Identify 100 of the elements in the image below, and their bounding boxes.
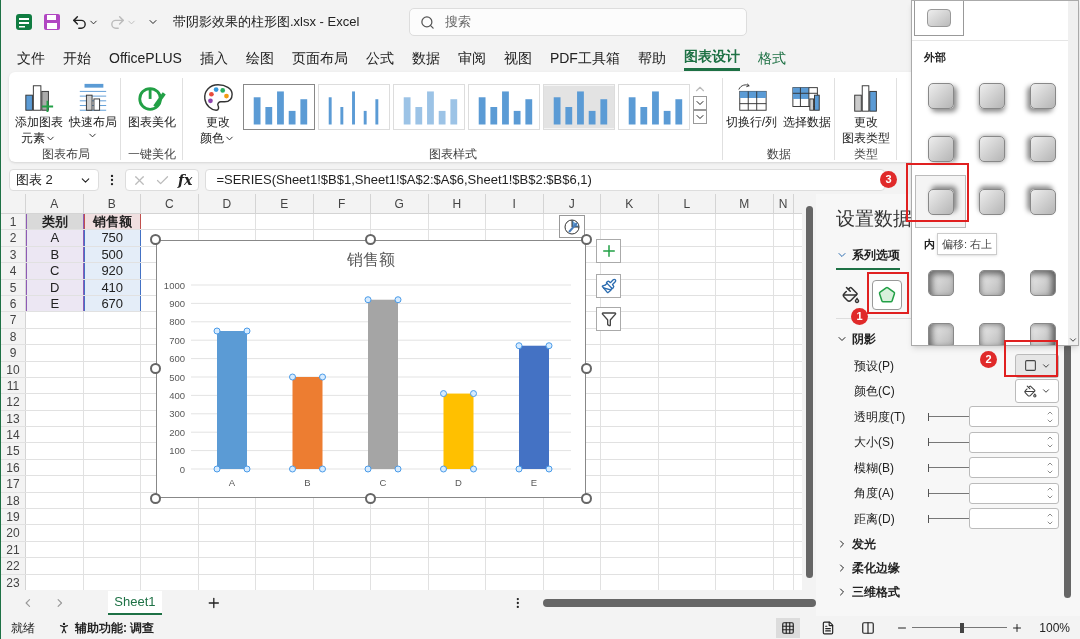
effects-tab[interactable] (872, 280, 902, 310)
column-header[interactable]: A (26, 194, 84, 213)
spin-field[interactable] (969, 431, 1059, 453)
resize-handle[interactable] (150, 493, 161, 504)
field-label: 大小(S) (854, 434, 895, 452)
shadow-preset[interactable] (915, 175, 966, 228)
spin-field[interactable] (969, 406, 1059, 428)
column-header[interactable]: N (773, 194, 794, 213)
section-header[interactable]: 三维格式 (836, 579, 900, 604)
axis-label: 300 (169, 408, 185, 420)
resize-handle[interactable] (581, 363, 592, 374)
chart-style-button[interactable] (559, 215, 585, 238)
resize-handle[interactable] (365, 493, 376, 504)
menu-tab[interactable]: OfficePLUS (109, 45, 182, 71)
scrollbar-thumb[interactable] (805, 206, 813, 578)
menu-tab[interactable]: 数据 (411, 45, 440, 71)
sheet-tab[interactable]: Sheet1 (108, 591, 162, 615)
axis-label: 400 (169, 389, 185, 401)
row-header[interactable]: 20 (1, 525, 26, 541)
scroll-down-icon[interactable] (693, 96, 707, 110)
menu-tab[interactable]: 审阅 (457, 45, 486, 71)
row-header[interactable]: 9 (1, 345, 26, 361)
menu-tab[interactable]: 绘图 (245, 45, 274, 71)
row-header[interactable]: 2 (1, 230, 26, 246)
column-header[interactable]: B (83, 194, 141, 213)
column-header[interactable]: K (601, 194, 659, 213)
panel-tab[interactable]: 系列选项 (836, 246, 900, 270)
section-header[interactable]: 柔化边缘 (836, 555, 900, 580)
zoom-slider[interactable] (912, 622, 1008, 633)
column-header[interactable]: G (371, 194, 429, 213)
row-header[interactable]: 1 (1, 214, 26, 230)
chart-style-thumbnail[interactable] (243, 84, 315, 130)
resize-handle[interactable] (581, 493, 592, 504)
section-header[interactable]: 发光 (836, 531, 876, 556)
menu-tab[interactable]: 文件 (17, 45, 45, 71)
row-header[interactable]: 22 (1, 558, 26, 574)
field-label: 透明度(T) (854, 408, 907, 426)
status-text: 就绪 (11, 619, 35, 637)
undo-icon[interactable] (71, 13, 88, 31)
search-field[interactable]: 搜索 (409, 8, 748, 36)
paint-bucket-icon (842, 286, 860, 304)
menu-tab[interactable]: 公式 (365, 45, 394, 71)
column-header[interactable]: I (486, 194, 544, 213)
name-box[interactable]: 图表 2 (9, 169, 99, 191)
palette-icon (201, 82, 234, 114)
chart-filters-button[interactable] (596, 307, 621, 331)
chart-elements-button[interactable] (596, 239, 621, 263)
scrollbar-thumb[interactable] (1064, 344, 1071, 598)
row-header[interactable]: 15 (1, 443, 26, 459)
more-styles-icon[interactable] (693, 110, 707, 124)
field-label: 模糊(B) (854, 459, 895, 477)
menu-tab[interactable]: 帮助 (637, 45, 666, 71)
row-header[interactable]: 14 (1, 427, 26, 443)
axis-label: 100 (169, 445, 185, 457)
column-header[interactable]: J (543, 194, 601, 213)
insert-function-button[interactable]: fx (178, 169, 193, 191)
row-header[interactable]: 12 (1, 394, 26, 410)
tooltip: 偏移: 右上 (937, 233, 998, 255)
resize-handle[interactable] (365, 234, 376, 245)
column-header[interactable]: L (658, 194, 716, 213)
spin-field[interactable] (969, 508, 1059, 530)
menu-tab[interactable]: 视图 (503, 45, 532, 71)
section-header[interactable]: 阴影 (836, 327, 876, 351)
column-header[interactable]: F (313, 194, 371, 213)
row-header[interactable]: 19 (1, 509, 26, 525)
menu-tab[interactable]: 开始 (63, 45, 91, 71)
save-icon[interactable] (43, 13, 61, 31)
accessibility-status[interactable]: 辅助功能: 调查 (75, 618, 155, 637)
menu-tab[interactable]: 格式 (757, 45, 786, 71)
column-header[interactable]: M (716, 194, 774, 213)
spin-field[interactable] (969, 482, 1059, 504)
search-input[interactable]: 搜索 (445, 12, 726, 32)
column-header[interactable]: E (256, 194, 314, 213)
spin-field[interactable] (969, 457, 1059, 479)
normal-view-button[interactable] (776, 617, 801, 638)
zoom-in-icon[interactable] (1011, 621, 1024, 634)
shadow-preset[interactable] (914, 1, 964, 36)
ribbon-button[interactable]: 更改 颜色 (198, 78, 237, 152)
row-header[interactable]: 4 (1, 263, 26, 279)
row-header[interactable]: 7 (1, 312, 26, 328)
menu-tab[interactable]: PDF工具箱 (549, 45, 620, 71)
column-header[interactable]: H (428, 194, 486, 213)
menu-tab[interactable]: 页面布局 (291, 45, 348, 71)
resize-handle[interactable] (581, 234, 592, 245)
resize-handle[interactable] (150, 363, 161, 374)
color-button[interactable] (1015, 379, 1059, 404)
field-label: 预设(P) (854, 357, 895, 375)
excel-logo-icon (15, 13, 33, 31)
horizontal-scrollbar[interactable] (542, 599, 816, 607)
column-header[interactable]: C (141, 194, 199, 213)
axis-label: 800 (169, 316, 185, 328)
gallery-heading: 内 (924, 237, 935, 252)
row-header[interactable]: 17 (1, 476, 26, 492)
resize-handle[interactable] (150, 234, 161, 245)
column-header[interactable]: D (198, 194, 256, 213)
chart-styles-button[interactable] (596, 274, 621, 298)
menu-tab[interactable]: 插入 (199, 45, 228, 71)
formula-field[interactable]: =SERIES(Sheet1!$B$1,Sheet1!$A$2:$A$6,Sheet1!$B$2:$B$6,1) (205, 169, 886, 191)
scroll-down-icon[interactable] (1068, 335, 1078, 345)
table-cell: 类别 (26, 214, 84, 230)
